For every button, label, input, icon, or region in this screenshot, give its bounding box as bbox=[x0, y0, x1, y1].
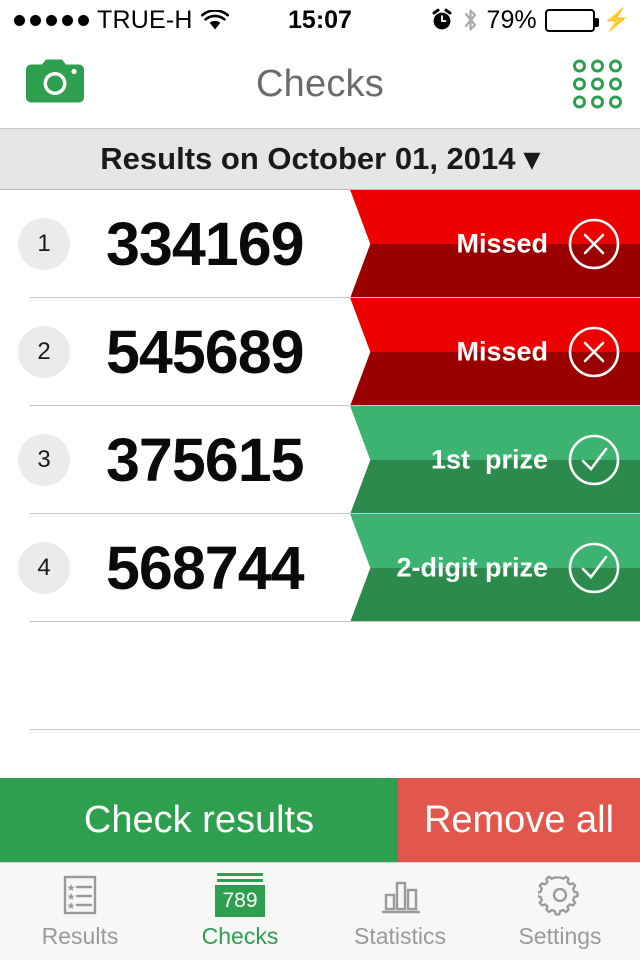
check-row[interactable]: 3 375615 1st prize bbox=[0, 406, 640, 514]
lottery-number: 545689 bbox=[106, 318, 305, 386]
status-band: Missed bbox=[350, 190, 640, 298]
status-badge: 1st prize bbox=[430, 444, 548, 475]
circle-check-icon[interactable] bbox=[566, 432, 622, 488]
empty-list-row bbox=[0, 622, 640, 730]
results-date-header[interactable]: Results on October 01, 2014 ▾ bbox=[0, 128, 640, 190]
tab-settings[interactable]: Settings bbox=[480, 863, 640, 960]
row-index-badge: 4 bbox=[18, 542, 70, 594]
lottery-number: 375615 bbox=[106, 426, 305, 494]
status-band: 2-digit prize bbox=[350, 514, 640, 622]
action-button-bar: Check results Remove all bbox=[0, 778, 640, 862]
status-band: Missed bbox=[350, 298, 640, 406]
row-index-badge: 1 bbox=[18, 218, 70, 270]
gear-icon bbox=[538, 873, 582, 917]
nav-bar: Checks bbox=[0, 40, 640, 128]
camera-icon[interactable] bbox=[24, 58, 86, 111]
row-separator bbox=[30, 729, 640, 730]
results-date-label: Results on October 01, 2014 ▾ bbox=[100, 141, 540, 176]
status-badge: 2-digit prize bbox=[396, 552, 548, 583]
status-band: 1st prize bbox=[350, 406, 640, 514]
battery-icon bbox=[544, 8, 599, 32]
page-title: Checks bbox=[256, 62, 384, 105]
checks-list: 1 334169 Missed 2 545689 Missed 3 375615 1st pri… bbox=[0, 190, 640, 770]
grid-dots-icon[interactable] bbox=[573, 59, 622, 109]
row-index-badge: 3 bbox=[18, 434, 70, 486]
status-bar: TRUE-H 15:07 79% ⚡ bbox=[0, 0, 640, 40]
row-index-badge: 2 bbox=[18, 326, 70, 378]
tab-label-checks: Checks bbox=[201, 923, 279, 949]
circle-x-icon[interactable] bbox=[566, 216, 622, 272]
tab-results[interactable]: Results bbox=[0, 863, 160, 960]
check-row[interactable]: 1 334169 Missed bbox=[0, 190, 640, 298]
status-bar-right: 79% ⚡ bbox=[430, 6, 630, 35]
tab-bar: Results 789 Checks Statistics Settings bbox=[0, 862, 640, 960]
status-badge: Missed bbox=[456, 228, 548, 259]
bluetooth-icon bbox=[462, 7, 479, 33]
check-results-button[interactable]: Check results bbox=[0, 778, 398, 862]
tab-label-settings: Settings bbox=[518, 923, 602, 949]
status-badge: Missed bbox=[456, 336, 548, 367]
tab-checks[interactable]: 789 Checks bbox=[160, 863, 320, 960]
tab-statistics[interactable]: Statistics bbox=[320, 863, 480, 960]
check-row[interactable]: 2 545689 Missed bbox=[0, 298, 640, 406]
app-root: TRUE-H 15:07 79% ⚡ Checks Results on Oct… bbox=[0, 0, 640, 960]
checks-badge-count: 789 bbox=[222, 889, 258, 912]
alarm-clock-icon bbox=[430, 8, 454, 32]
circle-check-icon[interactable] bbox=[566, 540, 622, 596]
circle-x-icon[interactable] bbox=[566, 324, 622, 380]
tab-label-statistics: Statistics bbox=[353, 923, 447, 949]
lottery-number: 568744 bbox=[106, 534, 305, 602]
check-row[interactable]: 4 568744 2-digit prize bbox=[0, 514, 640, 622]
list-document-icon bbox=[58, 873, 102, 917]
bar-chart-icon bbox=[378, 873, 422, 917]
lottery-number: 334169 bbox=[106, 210, 305, 278]
remove-all-button[interactable]: Remove all bbox=[398, 778, 640, 862]
battery-percent-label: 79% bbox=[486, 5, 537, 34]
lightning-bolt-icon: ⚡ bbox=[602, 7, 630, 32]
tab-label-results: Results bbox=[41, 923, 119, 949]
checks-stack-icon: 789 bbox=[214, 873, 266, 917]
